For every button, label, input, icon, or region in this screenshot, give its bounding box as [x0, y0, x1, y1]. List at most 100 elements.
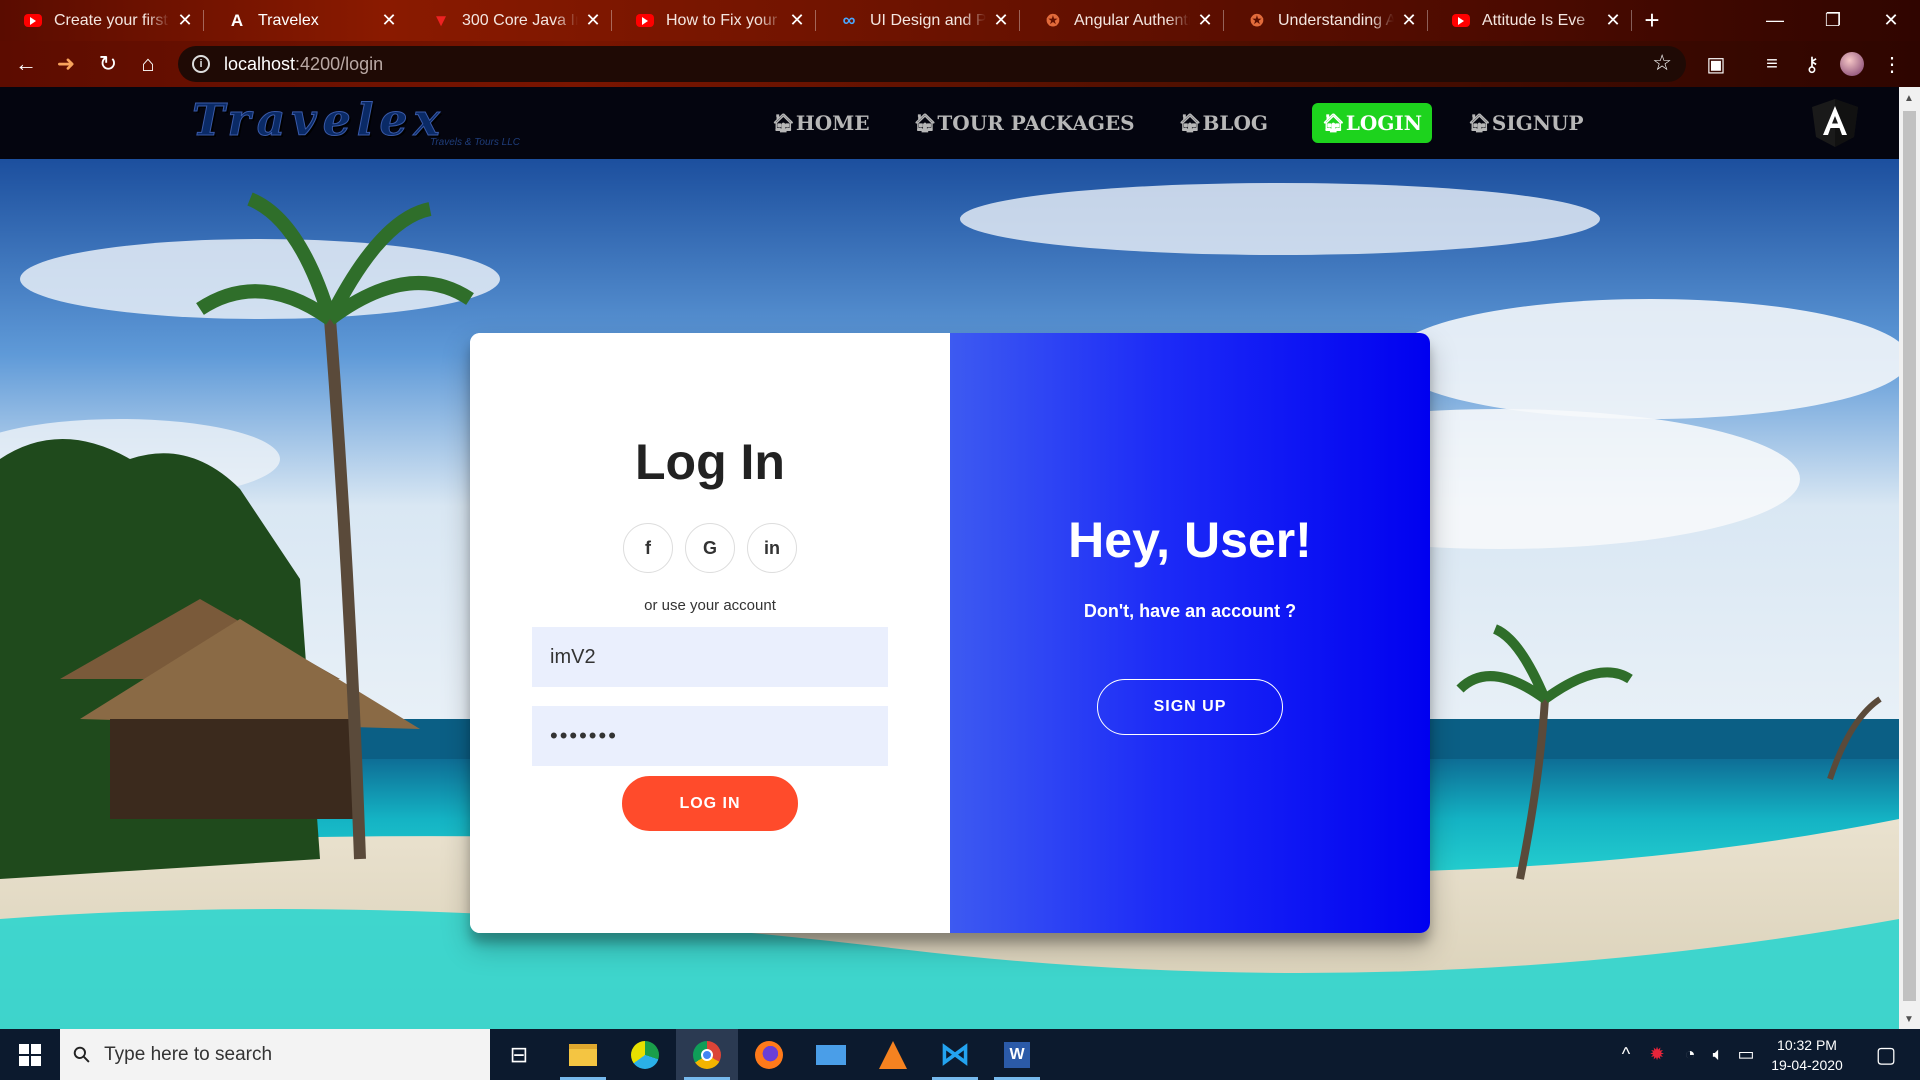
tab-close-icon[interactable]: ✕ — [1196, 10, 1214, 31]
facebook-login-button[interactable]: f — [623, 523, 673, 573]
tab-close-icon[interactable]: ✕ — [1400, 10, 1418, 31]
site-logo[interactable]: Travelex Travels & Tours LLC — [192, 98, 528, 148]
new-tab-button[interactable]: + — [1632, 5, 1672, 36]
page-scrollbar[interactable]: ▲ ▼ — [1899, 87, 1920, 1029]
scrollbar-thumb[interactable] — [1903, 111, 1916, 1001]
windows-taskbar: ⚲ Type here to search ⊟ ⋈ W ^ ✹ ◔ 🔈︎ ▭ 1… — [0, 1029, 1920, 1080]
browser-tab[interactable]: ✪ Understanding An ✕ — [1224, 0, 1428, 41]
tab-title: Travelex — [258, 11, 319, 29]
house-icon: 🏠︎ — [1321, 112, 1345, 134]
scroll-down-arrow-icon[interactable]: ▼ — [1904, 1014, 1914, 1025]
login-button[interactable]: LOG IN — [622, 776, 798, 831]
nav-login-link[interactable]: 🏠︎ LOGIN — [1311, 103, 1433, 143]
google-login-button[interactable]: G — [685, 523, 735, 573]
address-bar[interactable]: i localhost:4200/login ☆ — [178, 46, 1686, 82]
overlay-title: Hey, User! — [1068, 512, 1312, 568]
window-controls: — ❐ ✕ — [1746, 0, 1920, 41]
start-button[interactable] — [0, 1029, 60, 1080]
tab-close-icon[interactable]: ✕ — [176, 10, 194, 31]
google-icon: G — [702, 537, 717, 558]
browser-tab-active[interactable]: A Travelex ✕ — [204, 0, 408, 41]
or-use-account-text: or use your account — [644, 597, 776, 614]
reload-icon[interactable]: ↻ — [88, 44, 128, 84]
chrome-icon[interactable] — [676, 1029, 738, 1080]
taskbar-clock[interactable]: 10:32 PM 19-04-2020 — [1760, 1035, 1854, 1075]
vlc-icon[interactable] — [862, 1029, 924, 1080]
tab-close-icon[interactable]: ✕ — [992, 10, 1010, 31]
tab-title: Angular Authentic — [1074, 11, 1190, 29]
bookmark-star-icon[interactable]: ☆ — [1652, 50, 1672, 76]
url-host: localhost — [224, 53, 296, 74]
battery-icon[interactable]: ▭ — [1732, 1029, 1760, 1080]
house-icon: 🏠︎ — [913, 112, 937, 134]
nav-label: LOGIN — [1345, 111, 1423, 135]
tray-chevron-up-icon[interactable]: ^ — [1614, 1029, 1638, 1080]
angular-icon: A — [230, 10, 244, 30]
tab-close-icon[interactable]: ✕ — [380, 10, 398, 31]
minimize-icon[interactable]: — — [1746, 0, 1804, 41]
beach-background-image: Log In f G in or use your account LOG IN… — [0, 159, 1899, 1029]
browser-tab[interactable]: ✪ Angular Authentic ✕ — [1020, 0, 1224, 41]
close-window-icon[interactable]: ✕ — [1862, 0, 1920, 41]
youtube-icon — [24, 14, 42, 27]
nav-tour-packages-link[interactable]: 🏠︎ TOUR PACKAGES — [914, 103, 1135, 143]
taskbar-search-box[interactable]: ⚲ Type here to search — [60, 1029, 490, 1080]
edge-icon[interactable] — [614, 1029, 676, 1080]
tab-close-icon[interactable]: ✕ — [1604, 10, 1622, 31]
youtube-icon — [1452, 14, 1470, 27]
notifications-icon[interactable]: ▢ — [1866, 1029, 1906, 1080]
signup-button[interactable]: SIGN UP — [1097, 679, 1283, 735]
logo-subtitle: Travels & Tours LLC — [429, 137, 520, 148]
tab-close-icon[interactable]: ✕ — [584, 10, 602, 31]
linkedin-login-button[interactable]: in — [747, 523, 797, 573]
info-icon[interactable]: i — [192, 55, 210, 73]
password-input[interactable] — [532, 706, 888, 766]
shield-icon: ✪ — [1250, 12, 1264, 30]
media-queue-icon[interactable]: ≡ — [1752, 41, 1792, 87]
house-icon: 🏠︎ — [1178, 112, 1202, 134]
browser-toolbar: ← ➜ ↻ ⌂ i localhost:4200/login ☆ ▣ ≡ ⚷ ⋮ — [0, 41, 1920, 87]
nav-blog-link[interactable]: 🏠︎ BLOG — [1179, 103, 1268, 143]
file-explorer-icon[interactable] — [552, 1029, 614, 1080]
infinity-icon: ∞ — [842, 10, 856, 30]
task-view-icon[interactable]: ⊟ — [488, 1029, 550, 1080]
tab-title: 300 Core Java Inte — [462, 11, 578, 29]
firefox-icon[interactable] — [738, 1029, 800, 1080]
username-input[interactable] — [532, 627, 888, 687]
clock-time: 10:32 PM — [1777, 1037, 1837, 1053]
restore-icon[interactable]: ❐ — [1804, 0, 1862, 41]
nav-label: SIGNUP — [1491, 111, 1584, 135]
profile-avatar-icon[interactable] — [1832, 41, 1872, 87]
scroll-up-arrow-icon[interactable]: ▲ — [1904, 93, 1914, 104]
tab-title: Attitude Is Eve — [1482, 11, 1586, 29]
nav-signup-link[interactable]: 🏠︎ SIGNUP — [1468, 103, 1584, 143]
vscode-icon[interactable]: ⋈ — [924, 1029, 986, 1080]
volume-icon[interactable]: 🔈︎ — [1704, 1029, 1732, 1080]
key-icon[interactable]: ⚷ — [1792, 41, 1832, 87]
tab-title: How to Fix your Fi — [666, 11, 782, 29]
menu-kebab-icon[interactable]: ⋮ — [1872, 41, 1912, 87]
angular-logo-icon — [1812, 99, 1858, 147]
tab-title: Understanding An — [1278, 11, 1394, 29]
youtube-icon — [636, 14, 654, 27]
windows-logo-icon — [19, 1043, 41, 1066]
browser-tab[interactable]: Attitude Is Eve ✕ — [1428, 0, 1632, 41]
forward-arrow-icon[interactable]: ➜ — [46, 44, 86, 84]
extension-icon[interactable]: ▣ — [1696, 41, 1736, 87]
home-icon[interactable]: ⌂ — [128, 44, 168, 84]
browser-tab[interactable]: Create your first w ✕ — [0, 0, 204, 41]
tray-app-icon[interactable]: ✹ — [1642, 1029, 1672, 1080]
search-placeholder: Type here to search — [104, 1043, 273, 1065]
wifi-icon[interactable]: ◔ — [1676, 1029, 1704, 1080]
mail-icon[interactable] — [800, 1029, 862, 1080]
nav-home-link[interactable]: 🏠︎ HOME — [772, 103, 870, 143]
browser-tab-strip: Create your first w ✕ A Travelex ✕ ▼ 300… — [0, 0, 1920, 41]
tab-close-icon[interactable]: ✕ — [788, 10, 806, 31]
facebook-icon: f — [645, 537, 651, 558]
browser-tab[interactable]: How to Fix your Fi ✕ — [612, 0, 816, 41]
back-arrow-icon[interactable]: ← — [6, 44, 46, 84]
login-panel: Log In f G in or use your account LOG IN — [470, 333, 950, 933]
word-icon[interactable]: W — [986, 1029, 1048, 1080]
browser-tab[interactable]: ∞ UI Design and Pro ✕ — [816, 0, 1020, 41]
browser-tab[interactable]: ▼ 300 Core Java Inte ✕ — [408, 0, 612, 41]
